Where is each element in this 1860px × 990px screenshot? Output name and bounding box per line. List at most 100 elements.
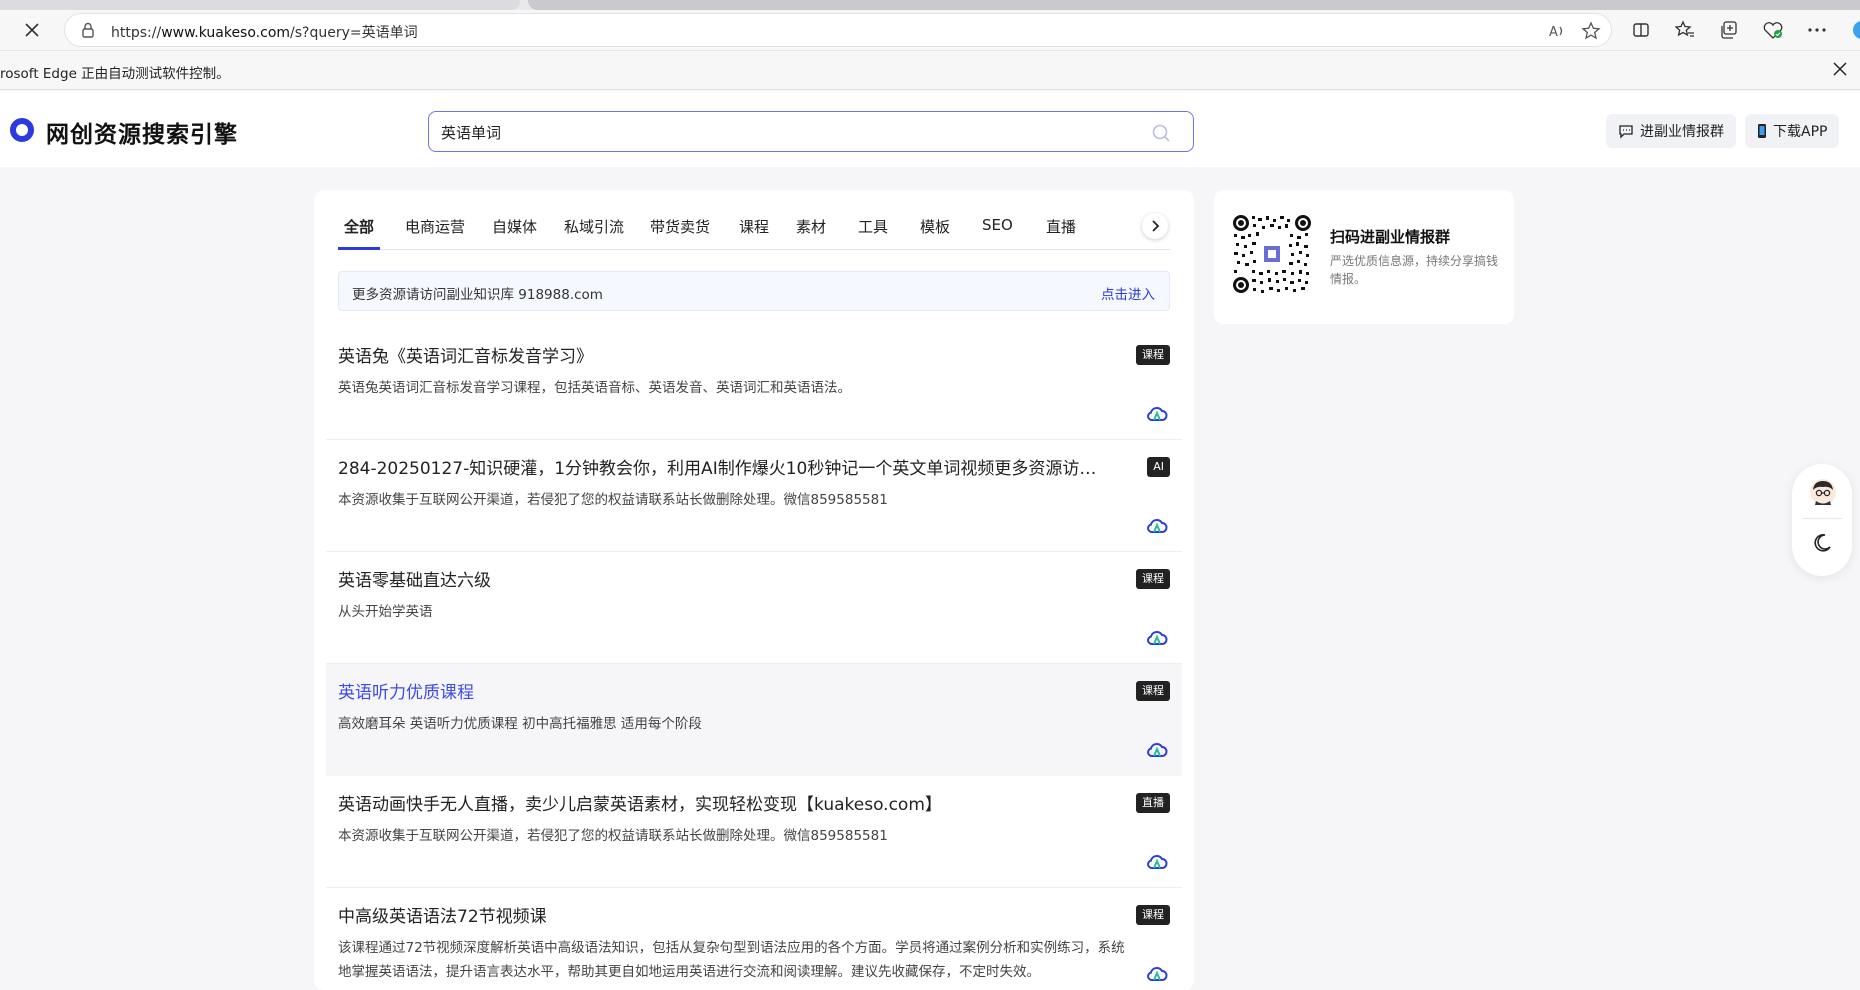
result-desc: 高效磨耳朵 英语听力优质课程 初中高托福雅思 适用每个阶段 bbox=[338, 716, 702, 732]
automation-infobar: rosoft Edge 正由自动测试软件控制。 bbox=[0, 50, 1860, 90]
heart-pulse-icon bbox=[1763, 22, 1783, 39]
tab-courses[interactable]: 课程 bbox=[739, 216, 769, 237]
notice-text: 更多资源请访问副业知识库 918988.com bbox=[352, 287, 603, 303]
more-dots-icon bbox=[1808, 28, 1826, 32]
notice-enter-link[interactable]: 点击进入 bbox=[1101, 283, 1155, 303]
dark-mode-moon-icon[interactable] bbox=[1811, 532, 1833, 554]
result-desc: 英语兔英语词汇音标发音学习课程，包括英语音标、英语发音、英语词汇和英语语法。 bbox=[338, 380, 851, 396]
browser-essentials-button[interactable] bbox=[1761, 18, 1785, 42]
result-item[interactable]: 中高级英语语法72节视频课 该课程通过72节视频深度解析英语中高级语法知识，包括… bbox=[326, 888, 1182, 990]
browser-toolbar: https://www.kuakeso.com/s?query=英语单词 A bbox=[0, 10, 1860, 50]
result-badge: 课程 bbox=[1136, 569, 1170, 589]
cloud-drive-icon[interactable] bbox=[1146, 964, 1168, 982]
cloud-drive-icon[interactable] bbox=[1146, 740, 1168, 758]
url-text[interactable]: https://www.kuakeso.com/s?query=英语单词 bbox=[111, 22, 418, 42]
qr-card-title: 扫码进副业情报群 bbox=[1330, 228, 1451, 246]
result-desc: 从头开始学英语 bbox=[338, 604, 433, 620]
favorites-button[interactable] bbox=[1673, 18, 1697, 42]
result-badge: 课程 bbox=[1136, 681, 1170, 701]
automation-notice: rosoft Edge 正由自动测试软件控制。 bbox=[0, 66, 230, 82]
result-title[interactable]: 284-20250127-知识硬灌，1分钟教会你，利用AI制作爆火10秒钟记一个… bbox=[338, 454, 1098, 479]
result-title[interactable]: 英语动画快手无人直播，卖少儿启蒙英语素材，实现轻松变现【kuakeso.com】 bbox=[338, 790, 942, 815]
split-screen-icon bbox=[1633, 23, 1649, 37]
chat-bubble-icon bbox=[1619, 125, 1633, 139]
result-item[interactable]: 英语动画快手无人直播，卖少儿启蒙英语素材，实现轻松变现【kuakeso.com】… bbox=[326, 776, 1182, 888]
tabs-next-button[interactable] bbox=[1142, 213, 1168, 239]
tab-seo[interactable]: SEO bbox=[982, 216, 1013, 234]
address-bar[interactable]: https://www.kuakeso.com/s?query=英语单词 A bbox=[64, 13, 1612, 47]
search-input[interactable] bbox=[441, 121, 1141, 143]
tab-live[interactable]: 直播 bbox=[1046, 216, 1076, 237]
stop-loading-button[interactable] bbox=[18, 16, 46, 44]
cloud-drive-icon[interactable] bbox=[1146, 404, 1168, 422]
result-item[interactable]: 英语零基础直达六级 从头开始学英语 课程 bbox=[326, 552, 1182, 664]
result-badge: 直播 bbox=[1136, 793, 1170, 813]
favorites-list-icon bbox=[1675, 20, 1694, 37]
tab-self-media[interactable]: 自媒体 bbox=[492, 216, 537, 237]
result-title[interactable]: 中高级英语语法72节视频课 bbox=[338, 902, 547, 927]
tab-all[interactable]: 全部 bbox=[344, 216, 374, 237]
floating-toolbar bbox=[1792, 464, 1852, 576]
tab-private-traffic[interactable]: 私域引流 bbox=[564, 216, 624, 237]
cloud-drive-icon[interactable] bbox=[1146, 516, 1168, 534]
tabs-fade bbox=[1110, 202, 1140, 248]
tab-materials[interactable]: 素材 bbox=[796, 216, 826, 237]
result-title[interactable]: 英语听力优质课程 bbox=[338, 678, 474, 703]
result-desc: 本资源收集于互联网公开渠道，若侵犯了您的权益请联系站长做删除处理。微信85958… bbox=[338, 492, 888, 508]
site-logo-icon[interactable] bbox=[10, 118, 34, 142]
tab-sales[interactable]: 带货卖货 bbox=[650, 216, 710, 237]
result-badge: 课程 bbox=[1136, 905, 1170, 925]
site-title[interactable]: 网创资源搜索引擎 bbox=[46, 115, 238, 149]
notice-banner: 更多资源请访问副业知识库 918988.com 点击进入 bbox=[338, 271, 1170, 311]
download-app-button[interactable]: 下载APP bbox=[1745, 114, 1840, 148]
svg-text:A: A bbox=[1549, 25, 1558, 40]
url-prefix: https:// bbox=[111, 25, 162, 41]
split-screen-button[interactable] bbox=[1629, 18, 1653, 42]
result-desc: 本资源收集于互联网公开渠道，若侵犯了您的权益请联系站长做删除处理。微信85958… bbox=[338, 828, 888, 844]
collections-button[interactable] bbox=[1717, 18, 1741, 42]
search-icon[interactable] bbox=[1151, 123, 1171, 143]
qr-group-card: 扫码进副业情报群 严选优质信息源，持续分享搞钱情报。 bbox=[1214, 190, 1514, 324]
browser-tab-inactive[interactable] bbox=[0, 0, 520, 10]
site-header: 网创资源搜索引擎 进副业情报群 下载APP bbox=[0, 91, 1860, 167]
result-badge: 课程 bbox=[1136, 345, 1170, 365]
close-icon bbox=[25, 23, 39, 37]
result-desc: 该课程通过72节视频深度解析英语中高级语法知识，包括从复杂句型到语法应用的各个方… bbox=[338, 940, 1125, 980]
qr-card-desc: 严选优质信息源，持续分享搞钱情报。 bbox=[1330, 254, 1499, 286]
collections-icon bbox=[1721, 21, 1737, 39]
phone-icon bbox=[1758, 124, 1766, 138]
browser-tab-active[interactable] bbox=[528, 0, 1860, 10]
category-tabs: 全部 电商运营 自媒体 私域引流 带货卖货 课程 素材 工具 模板 SEO 直播 bbox=[338, 202, 1170, 250]
cloud-drive-icon[interactable] bbox=[1146, 852, 1168, 870]
close-icon bbox=[1833, 62, 1847, 76]
join-group-label: 进副业情报群 bbox=[1640, 124, 1724, 140]
qr-code-image[interactable] bbox=[1232, 214, 1312, 294]
cloud-drive-icon[interactable] bbox=[1146, 628, 1168, 646]
url-path: /s?query=英语单词 bbox=[290, 25, 418, 41]
lock-icon[interactable] bbox=[81, 22, 95, 38]
result-title[interactable]: 英语兔《英语词汇音标发音学习》 bbox=[338, 342, 593, 367]
result-item[interactable]: 284-20250127-知识硬灌，1分钟教会你，利用AI制作爆火10秒钟记一个… bbox=[326, 440, 1182, 552]
active-tab-indicator bbox=[338, 247, 380, 250]
copilot-icon bbox=[1853, 21, 1860, 39]
download-app-label: 下载APP bbox=[1773, 124, 1828, 140]
join-group-button[interactable]: 进副业情报群 bbox=[1606, 114, 1736, 148]
result-item[interactable]: 英语兔《英语词汇音标发音学习》 英语兔英语词汇音标发音学习课程，包括英语音标、英… bbox=[326, 328, 1182, 440]
settings-more-button[interactable] bbox=[1805, 18, 1829, 42]
copilot-button[interactable] bbox=[1846, 18, 1860, 42]
url-host: www.kuakeso.com bbox=[161, 25, 291, 41]
avatar-icon[interactable] bbox=[1809, 478, 1837, 506]
tab-tools[interactable]: 工具 bbox=[858, 216, 888, 237]
favorite-star-icon[interactable] bbox=[1581, 21, 1601, 41]
tab-ecommerce[interactable]: 电商运营 bbox=[405, 216, 465, 237]
tab-templates[interactable]: 模板 bbox=[920, 216, 950, 237]
result-badge: AI bbox=[1147, 457, 1170, 477]
result-title[interactable]: 英语零基础直达六级 bbox=[338, 566, 491, 591]
chevron-right-icon bbox=[1152, 220, 1160, 232]
float-divider bbox=[1802, 518, 1842, 519]
browser-tab-strip bbox=[0, 0, 1860, 10]
result-item-hovered[interactable]: 英语听力优质课程 高效磨耳朵 英语听力优质课程 初中高托福雅思 适用每个阶段 课… bbox=[326, 664, 1182, 776]
read-aloud-icon[interactable]: A bbox=[1547, 21, 1567, 41]
infobar-close-button[interactable] bbox=[1832, 61, 1848, 81]
search-box[interactable] bbox=[428, 111, 1194, 152]
